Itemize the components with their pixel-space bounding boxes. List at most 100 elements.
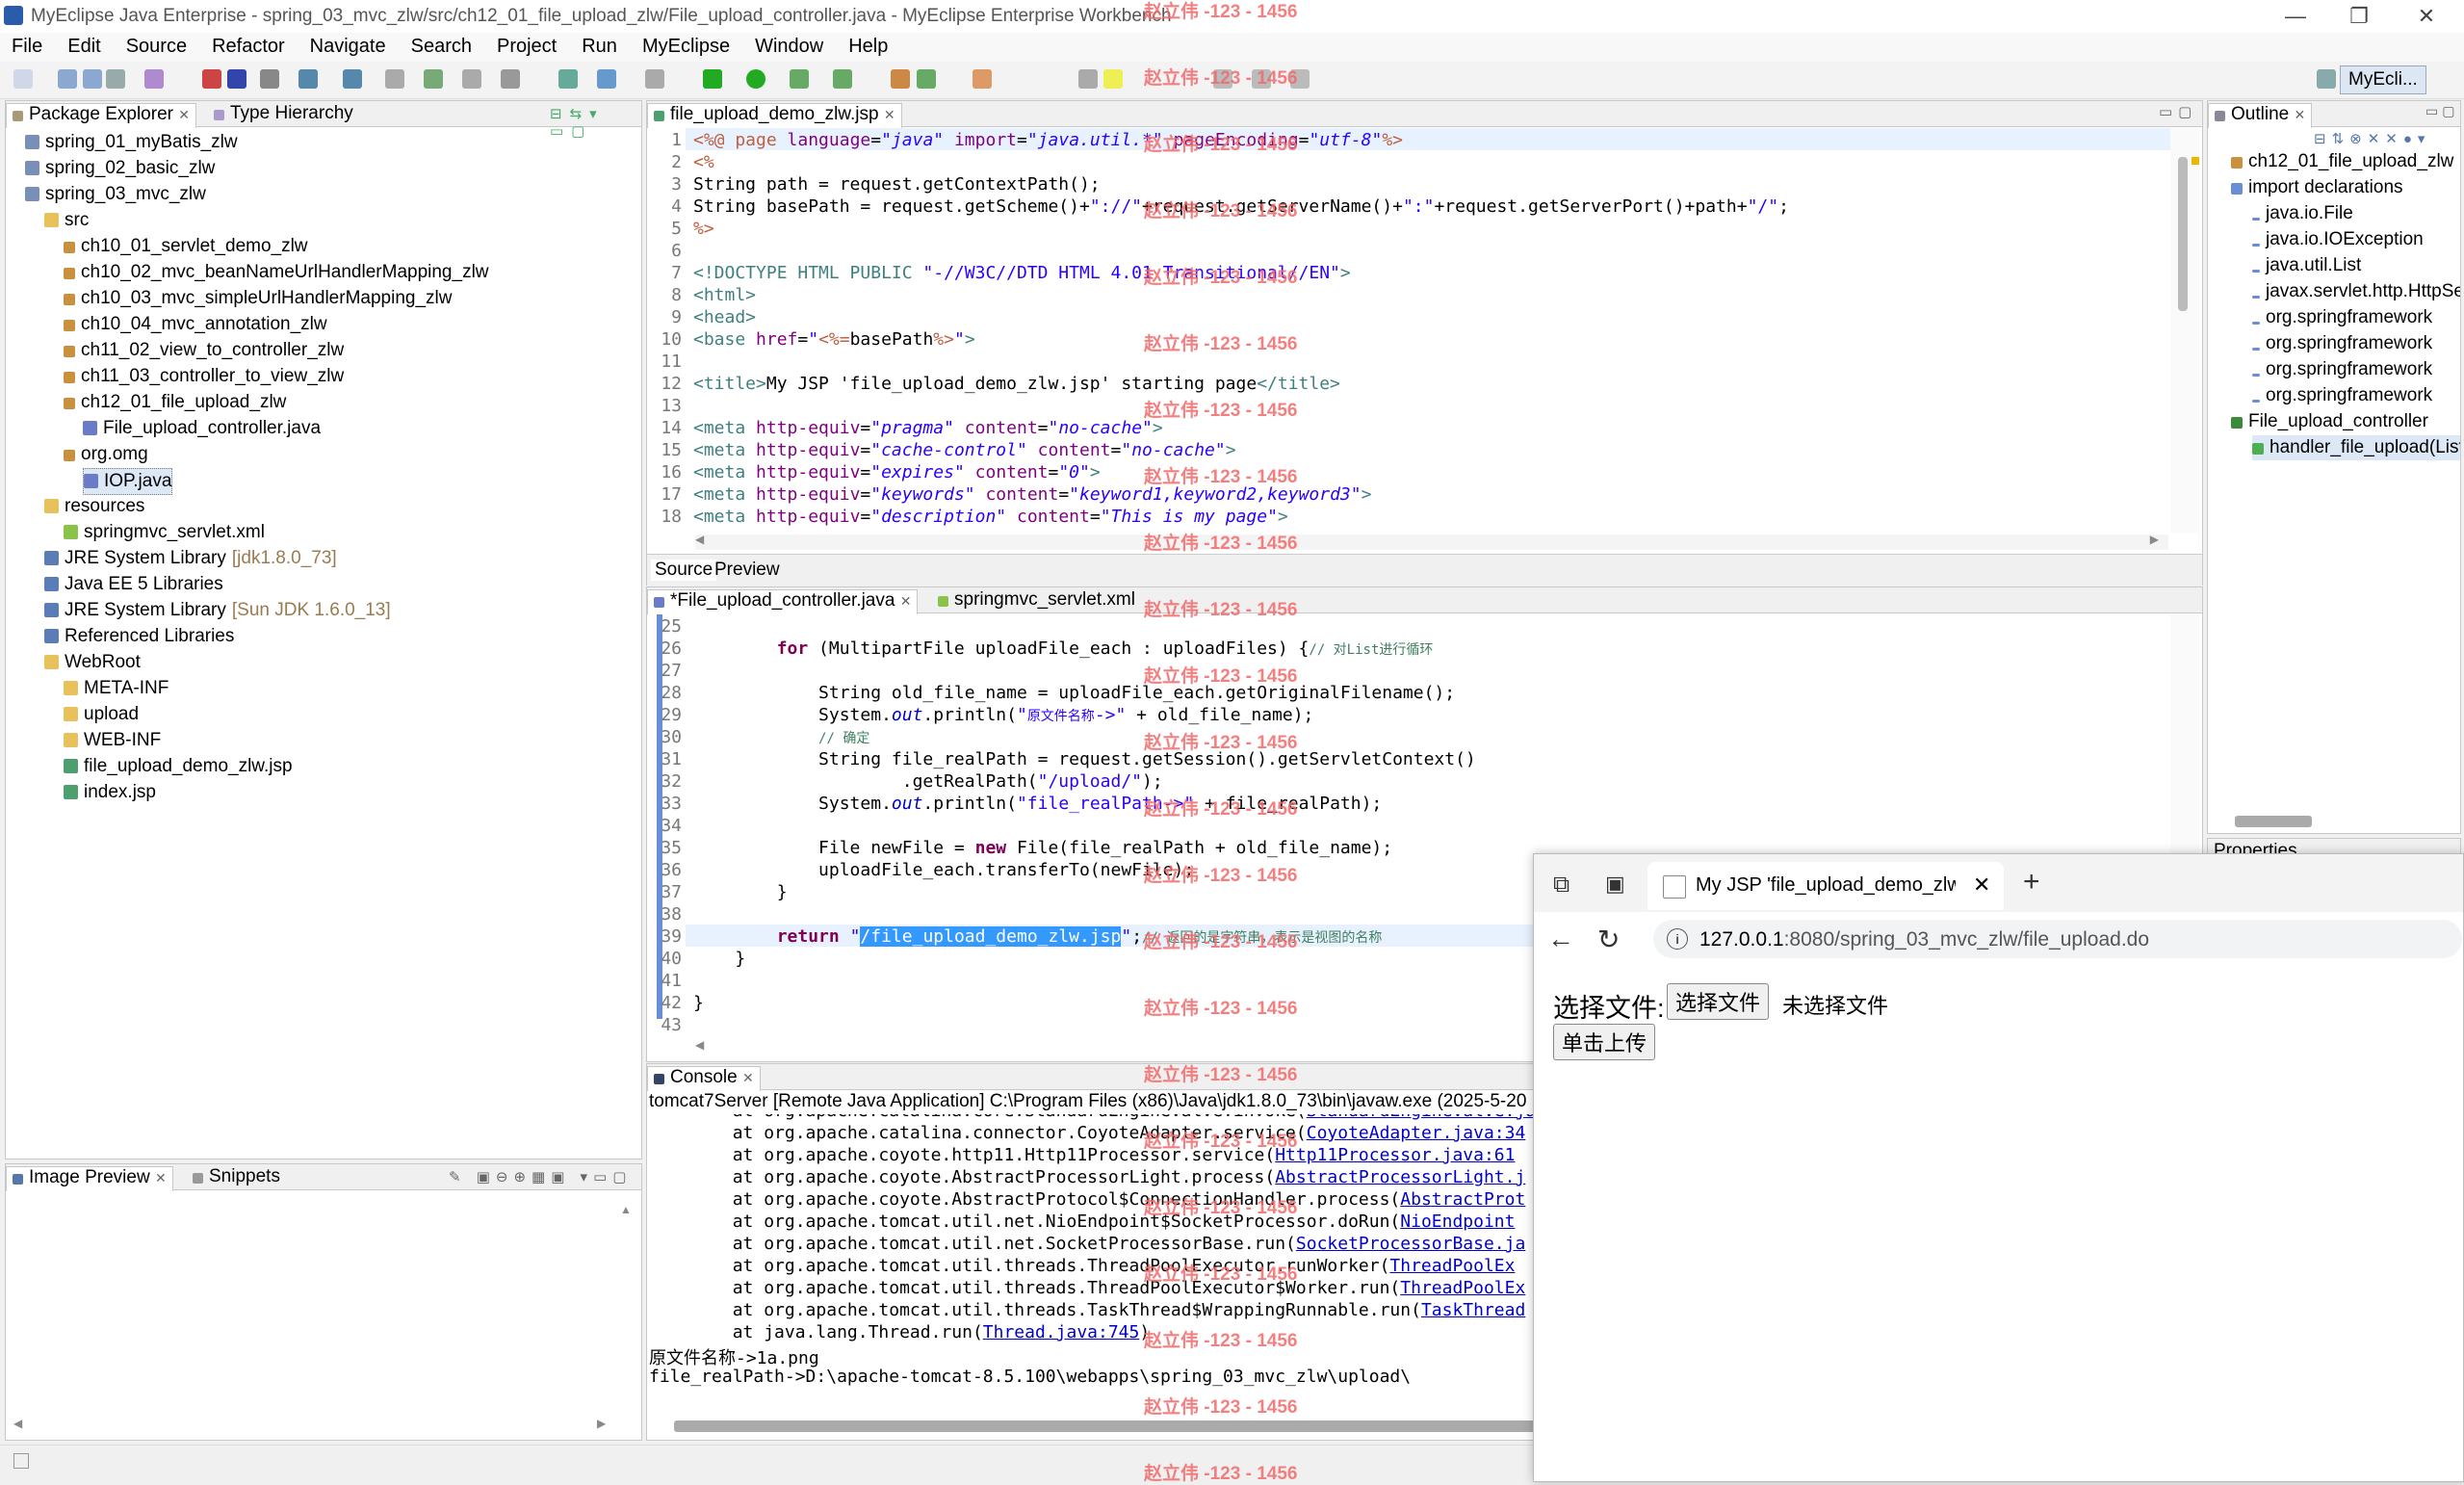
tree-item[interactable]: IOP.java bbox=[83, 468, 173, 495]
menu-source[interactable]: Source bbox=[115, 33, 200, 58]
tree-item[interactable]: ch10_02_mvc_beanNameUrlHandlerMapping_zl… bbox=[64, 260, 489, 285]
warning-marker[interactable] bbox=[2192, 157, 2199, 165]
stacktrace-link[interactable]: NioEndpoint bbox=[1400, 1211, 1515, 1232]
close-icon[interactable]: ✕ bbox=[742, 1070, 754, 1085]
menu-project[interactable]: Project bbox=[485, 33, 570, 58]
maximize-button[interactable]: ❐ bbox=[2330, 2, 2388, 31]
tree-item[interactable]: springmvc_servlet.xml bbox=[64, 520, 265, 545]
new-wizard-icon[interactable] bbox=[144, 69, 164, 89]
menu-myeclipse[interactable]: MyEclipse bbox=[631, 33, 743, 58]
outline-item[interactable]: javax.servlet.http.HttpServletRequest bbox=[2252, 279, 2460, 304]
tree-item[interactable]: spring_02_basic_zlw bbox=[25, 156, 215, 181]
outline-item[interactable]: org.springframework bbox=[2252, 383, 2432, 408]
tab-outline[interactable]: Outline ✕ bbox=[2208, 103, 2313, 128]
stacktrace-link[interactable]: AbstractProt bbox=[1400, 1189, 1525, 1210]
vertical-scrollbar[interactable]: ▲ bbox=[620, 1203, 635, 1424]
tree-item[interactable]: ch10_03_mvc_simpleUrlHandlerMapping_zlw bbox=[64, 286, 452, 311]
back-icon[interactable]: ← bbox=[1547, 924, 1574, 954]
close-icon[interactable]: ✕ bbox=[178, 107, 190, 122]
scroll-left-icon[interactable]: ◀ bbox=[13, 1417, 22, 1430]
tab-package-explorer[interactable]: Package Explorer ✕ bbox=[6, 103, 196, 128]
menu-edit[interactable]: Edit bbox=[56, 33, 114, 58]
menu-window[interactable]: Window bbox=[743, 33, 837, 58]
outline-item[interactable]: handler_file_upload(List<MultipartFile>,… bbox=[2252, 435, 2460, 460]
outline-item[interactable]: org.springframework bbox=[2252, 331, 2432, 356]
tree-item[interactable]: spring_01_myBatis_zlw bbox=[25, 130, 238, 155]
stacktrace-link[interactable]: CoyoteAdapter.java:34 bbox=[1307, 1123, 1526, 1143]
vertical-tabs-icon[interactable]: ▣ bbox=[1605, 872, 1625, 897]
view-toolbar[interactable]: ▭▢ bbox=[2425, 103, 2458, 119]
close-icon[interactable]: ✕ bbox=[900, 593, 912, 609]
tree-item[interactable]: JRE System Library [jdk1.8.0_73] bbox=[44, 546, 337, 571]
print-icon[interactable] bbox=[106, 69, 125, 89]
tab-console[interactable]: Console ✕ bbox=[647, 1066, 761, 1091]
tree-item[interactable]: File_upload_controller.java bbox=[83, 416, 321, 441]
vertical-scrollbar[interactable] bbox=[2170, 128, 2199, 533]
stacktrace-link[interactable]: StandardEngineValve.java bbox=[1307, 1114, 1557, 1121]
tool-icon-3[interactable] bbox=[385, 69, 404, 89]
tree-item[interactable]: org.omg bbox=[64, 442, 148, 467]
scroll-up-icon[interactable]: ▲ bbox=[620, 1203, 635, 1216]
tool-icon-8[interactable] bbox=[597, 69, 616, 89]
stacktrace-link[interactable]: AbstractProcessorLight.j bbox=[1275, 1167, 1525, 1187]
jsp-code-area[interactable]: 1 2 3 4 5 6 7 8 9 10 11 12 13 14 15 16 17 18 <%@ page lan… bbox=[647, 128, 2173, 533]
tool-icon-6[interactable] bbox=[501, 69, 520, 89]
tree-item[interactable]: JRE System Library [Sun JDK 1.6.0_13] bbox=[44, 598, 391, 623]
horizontal-scrollbar[interactable]: ◀ ▶ bbox=[695, 533, 2168, 550]
outline-item[interactable]: java.util.List bbox=[2252, 253, 2361, 278]
open-type-icon[interactable] bbox=[891, 69, 910, 89]
menu-help[interactable]: Help bbox=[837, 33, 901, 58]
tree-item[interactable]: upload bbox=[64, 702, 139, 727]
scroll-thumb[interactable] bbox=[674, 1420, 1541, 1432]
tree-item[interactable]: src bbox=[44, 208, 89, 233]
menu-refactor[interactable]: Refactor bbox=[200, 33, 298, 58]
perspective-myeclipse[interactable]: MyEcli... bbox=[2340, 65, 2426, 94]
scroll-thumb[interactable] bbox=[2178, 157, 2188, 311]
url-text[interactable]: 127.0.0.1:8080/spring_03_mvc_zlw/file_up… bbox=[1699, 928, 2149, 951]
scroll-left-icon[interactable]: ◀ bbox=[695, 533, 704, 546]
tree-item[interactable]: ch11_02_view_to_controller_zlw bbox=[64, 338, 344, 363]
outline-item[interactable]: import declarations bbox=[2231, 175, 2403, 200]
tool-icon-2[interactable] bbox=[343, 69, 362, 89]
workspaces-icon[interactable]: ⧉ bbox=[1553, 872, 1569, 899]
outline-item[interactable]: java.io.File bbox=[2252, 201, 2353, 226]
fast-view-icon[interactable] bbox=[13, 1453, 29, 1469]
tree-item[interactable]: WEB-INF bbox=[64, 728, 161, 753]
open-task-icon[interactable] bbox=[917, 69, 936, 89]
scroll-right-icon[interactable]: ▶ bbox=[2150, 533, 2159, 546]
tree-item[interactable]: ch11_03_controller_to_view_zlw bbox=[64, 364, 344, 389]
stacktrace-link[interactable]: ThreadPoolEx bbox=[1400, 1278, 1525, 1298]
tree-item[interactable]: ch12_01_file_upload_zlw bbox=[64, 390, 286, 415]
tree-item[interactable]: ch10_04_mvc_annotation_zlw bbox=[64, 312, 327, 337]
save-icon[interactable] bbox=[58, 69, 77, 89]
tab-springmvc-servlet-xml[interactable]: springmvc_servlet.xml bbox=[932, 589, 1141, 611]
menu-search[interactable]: Search bbox=[400, 33, 485, 58]
horizontal-scrollbar[interactable]: ◀ ▶ bbox=[13, 1417, 610, 1432]
tool-icon-4[interactable] bbox=[424, 69, 443, 89]
search-toolbar-icon[interactable] bbox=[973, 69, 992, 89]
open-perspective-icon[interactable] bbox=[2317, 69, 2336, 89]
save-all-icon[interactable] bbox=[83, 69, 102, 89]
tree-item[interactable]: index.jsp bbox=[64, 780, 156, 805]
close-button[interactable]: ✕ bbox=[2398, 2, 2455, 31]
scroll-left-icon[interactable]: ◀ bbox=[695, 1038, 704, 1052]
horizontal-scrollbar[interactable]: ◀ bbox=[695, 1038, 1562, 1055]
close-icon[interactable]: ✕ bbox=[2294, 107, 2305, 122]
close-icon[interactable]: ✕ bbox=[155, 1170, 167, 1185]
run-icon[interactable] bbox=[746, 69, 765, 89]
annotation-icon[interactable] bbox=[1078, 69, 1098, 89]
tree-item[interactable]: WebRoot bbox=[44, 650, 141, 675]
refresh-icon[interactable]: ↻ bbox=[1597, 924, 1620, 955]
tab-type-hierarchy[interactable]: Type Hierarchy bbox=[208, 103, 359, 124]
deploy-icon[interactable] bbox=[227, 69, 246, 89]
browser-icon[interactable] bbox=[260, 69, 279, 89]
server-icon[interactable] bbox=[202, 69, 221, 89]
tab-file-upload-demo-jsp[interactable]: file_upload_demo_zlw.jsp ✕ bbox=[647, 103, 902, 128]
close-tab-icon[interactable]: ✕ bbox=[1973, 873, 1990, 898]
stacktrace-link[interactable]: TaskThread bbox=[1421, 1300, 1525, 1320]
run-last-icon[interactable] bbox=[790, 69, 809, 89]
outline-toolbar[interactable]: ⊟⇅⊗✕✕●▾ bbox=[2314, 130, 2430, 147]
stacktrace-link[interactable]: Http11Processor.java:61 bbox=[1275, 1145, 1515, 1165]
outline-item[interactable]: org.springframework bbox=[2252, 305, 2432, 330]
minimize-button[interactable]: — bbox=[2267, 2, 2324, 31]
